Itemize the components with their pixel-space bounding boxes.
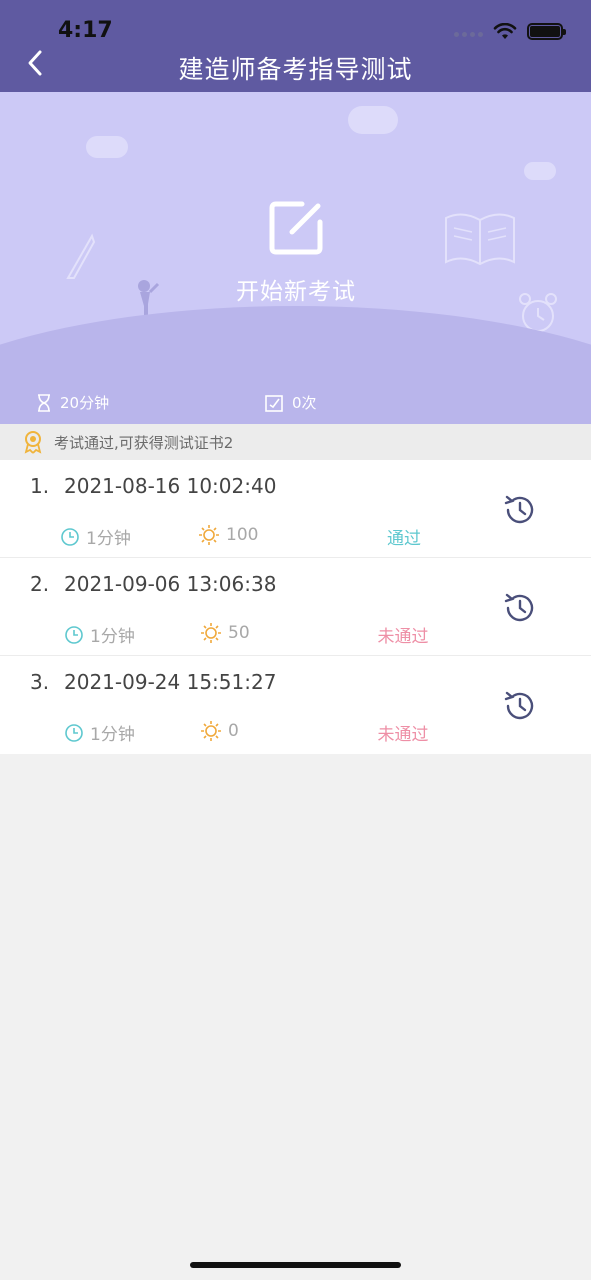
record-datetime: 2021-09-06 13:06:38 [64,572,277,596]
attempts-stat: 0次 [264,392,317,413]
signal-icon [451,22,483,41]
record-history-button[interactable] [503,689,537,723]
page-title: 建造师备考指导测试 [178,55,413,84]
edit-icon [269,201,323,255]
exam-record-list: 1. 2021-08-16 10:02:40 1分钟 100 通过 2. 2021-… [0,460,591,754]
start-new-exam-button[interactable]: 开始新考试 [196,192,396,305]
record-duration-value: 1分钟 [90,627,135,647]
record-score: 100 [198,524,258,546]
record-title: 2. 2021-09-06 13:06:38 [30,572,276,596]
clock-icon [65,625,83,644]
exam-record-row[interactable]: 2. 2021-09-06 13:06:38 1分钟 50 未通过 [0,558,591,656]
record-score-value: 100 [226,525,259,545]
hourglass-icon [38,393,50,412]
record-index: 1. [30,474,50,498]
decor-ruler-icon [66,233,96,279]
exam-record-row[interactable]: 1. 2021-08-16 10:02:40 1分钟 100 通过 [0,460,591,558]
top-bar: 4:17 建造师备考指导测试 [0,0,591,92]
notice-text: 考试通过,可获得测试证书2 [54,433,234,452]
record-datetime: 2021-08-16 10:02:40 [64,474,277,498]
clock-icon [61,527,79,546]
record-status: 未通过 [377,627,429,647]
decor-figure-icon [138,280,160,318]
record-index: 3. [30,670,50,694]
record-title: 1. 2021-08-16 10:02:40 [30,474,276,498]
history-icon [504,495,534,524]
decor-cloud [524,162,556,180]
clock-icon [65,723,83,742]
certificate-notice: 考试通过,可获得测试证书2 [0,424,591,460]
duration-value: 20分钟 [60,394,110,412]
record-duration-value: 1分钟 [90,725,135,745]
decor-cloud [86,136,128,158]
record-score: 0 [200,720,239,742]
battery-icon [527,23,566,40]
record-score-value: 0 [228,721,239,741]
record-history-button[interactable] [503,591,537,625]
record-datetime: 2021-09-24 15:51:27 [64,670,277,694]
decor-book-icon [445,213,515,266]
decor-cloud [348,106,398,134]
start-new-exam-label: 开始新考试 [236,279,356,305]
wifi-icon [493,22,517,39]
record-index: 2. [30,572,50,596]
checklist-icon [265,394,283,412]
record-duration: 1分钟 [64,720,135,745]
screen: 4:17 建造师备考指导测试 开始新考试 20分钟 0次 考试通过,可获得测试证… [0,0,591,1280]
home-indicator[interactable] [190,1262,401,1268]
sun-icon [201,721,221,741]
record-title: 3. 2021-09-24 15:51:27 [30,670,276,694]
history-icon [504,691,534,720]
record-score-value: 50 [228,623,250,643]
record-duration: 1分钟 [60,524,131,549]
status-time: 4:17 [58,18,113,43]
record-duration: 1分钟 [64,622,135,647]
sun-icon [201,623,221,643]
exam-banner: 开始新考试 20分钟 0次 [0,92,591,424]
record-status: 通过 [387,529,421,549]
duration-stat: 20分钟 [36,392,109,413]
record-status: 未通过 [377,725,429,745]
record-score: 50 [200,622,250,644]
medal-icon [24,431,42,454]
attempts-value: 0次 [292,394,317,412]
history-icon [504,593,534,622]
sun-icon [199,525,219,545]
exam-record-row[interactable]: 3. 2021-09-24 15:51:27 1分钟 0 未通过 [0,656,591,754]
status-icons [451,22,566,41]
record-history-button[interactable] [503,493,537,527]
record-duration-value: 1分钟 [86,529,131,549]
